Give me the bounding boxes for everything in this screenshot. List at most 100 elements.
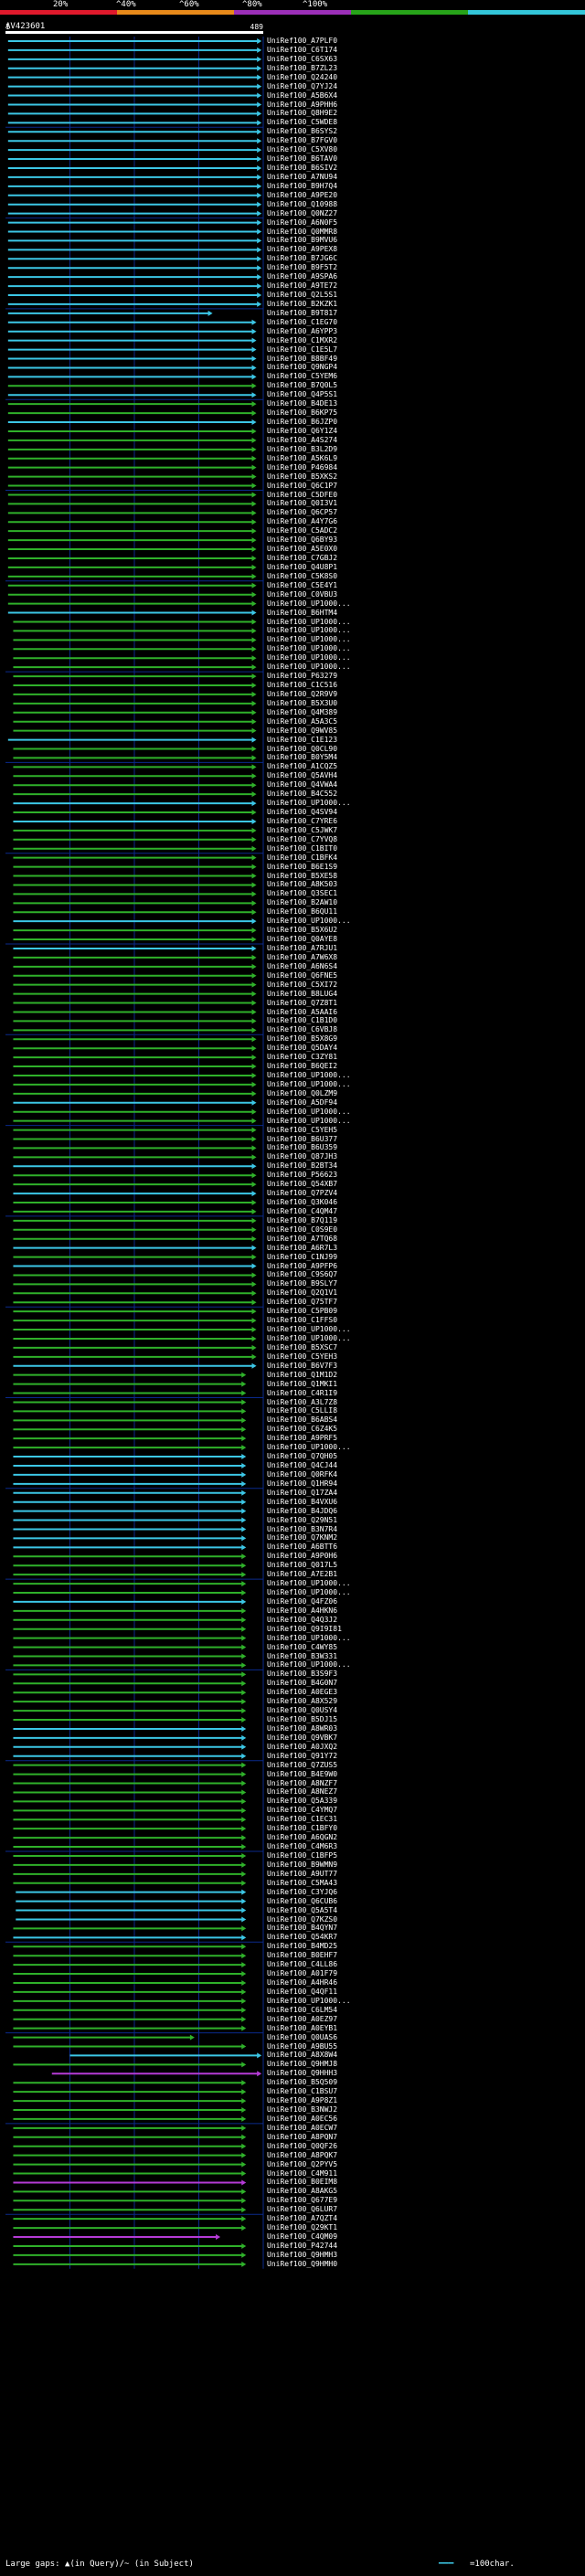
hit-label[interactable]: UniRef100_A7W6X8 [267, 953, 337, 961]
hit-label[interactable]: UniRef100_A9PFP6 [267, 1262, 337, 1270]
hit-label[interactable]: UniRef100_UP1000... [267, 1334, 351, 1342]
hit-label[interactable]: UniRef100_B3L2D9 [267, 445, 337, 453]
hit-label[interactable]: UniRef100_B4MD25 [267, 1943, 337, 1950]
hit-label[interactable]: UniRef100_Q9VBK7 [267, 1733, 337, 1742]
hit-label[interactable]: UniRef100_Q6BY93 [267, 536, 337, 544]
hit-label[interactable]: UniRef100_C1EG70 [267, 318, 337, 326]
hit-label[interactable]: UniRef100_UP1000... [267, 663, 351, 671]
hit-label[interactable]: UniRef100_A9PRF5 [267, 1435, 337, 1442]
hit-label[interactable]: UniRef100_C1FFS0 [267, 1317, 337, 1324]
hit-label[interactable]: UniRef100_A4HR46 [267, 1979, 337, 1987]
hit-label[interactable]: UniRef100_Q9HMJ8 [267, 2061, 337, 2068]
hit-label[interactable]: UniRef100_B7JG6C [267, 255, 337, 262]
hit-label[interactable]: UniRef100_Q0CL90 [267, 745, 337, 753]
hit-label[interactable]: UniRef100_A7E2B1 [267, 1571, 337, 1578]
hit-label[interactable]: UniRef100_Q4FZ06 [267, 1597, 337, 1606]
hit-label[interactable]: UniRef100_UP1000... [267, 1661, 351, 1669]
hit-label[interactable]: UniRef100_UP1000... [267, 1072, 351, 1079]
hit-label[interactable]: UniRef100_A8NEZ7 [267, 1788, 337, 1796]
hit-label[interactable]: UniRef100_B6JZP0 [267, 419, 337, 426]
hit-label[interactable]: UniRef100_Q0MMR8 [267, 228, 337, 236]
hit-label[interactable]: UniRef100_A8X8W4 [267, 2051, 337, 2059]
hit-label[interactable]: UniRef100_Q0LZM9 [267, 1089, 337, 1097]
hit-label[interactable]: UniRef100_Q5A5T4 [267, 1906, 337, 1914]
hit-label[interactable]: UniRef100_C4LL86 [267, 1961, 337, 1968]
hit-label[interactable]: UniRef100_UP1000... [267, 1080, 351, 1088]
hit-label[interactable]: UniRef100_C3YJQ6 [267, 1888, 337, 1896]
hit-label[interactable]: UniRef100_Q0AYE8 [267, 936, 337, 943]
hit-label[interactable]: UniRef100_B6TAV0 [267, 155, 337, 163]
hit-label[interactable]: UniRef100_UP1000... [267, 1326, 351, 1333]
hit-label[interactable]: UniRef100_C5JWK7 [267, 826, 337, 834]
hit-label[interactable]: UniRef100_Q6CP57 [267, 509, 337, 516]
hit-label[interactable]: UniRef100_B3NWJ2 [267, 2106, 337, 2114]
hit-label[interactable]: UniRef100_Q8H9E2 [267, 110, 337, 117]
hit-label[interactable]: UniRef100_Q0USY4 [267, 1707, 337, 1714]
hit-label[interactable]: UniRef100_B5Q509 [267, 2079, 337, 2086]
hit-label[interactable]: UniRef100_Q2Q1V1 [267, 1289, 337, 1297]
hit-label[interactable]: UniRef100_C4QM09 [267, 2233, 337, 2241]
hit-label[interactable]: UniRef100_A5B6X4 [267, 91, 337, 100]
hit-label[interactable]: UniRef100_B9SLY7 [267, 1280, 337, 1288]
hit-label[interactable]: UniRef100_UP1000... [267, 618, 351, 626]
hit-label[interactable]: UniRef100_B9F5T2 [267, 264, 337, 271]
hit-label[interactable]: UniRef100_Q10988 [267, 200, 337, 208]
hit-label[interactable]: UniRef100_A5DF94 [267, 1098, 337, 1107]
hit-label[interactable]: UniRef100_B3N7R4 [267, 1525, 337, 1533]
hit-label[interactable]: UniRef100_C4QM47 [267, 1207, 337, 1215]
hit-label[interactable]: UniRef100_A0EYB1 [267, 2024, 337, 2032]
hit-label[interactable]: UniRef100_Q91Y72 [267, 1752, 337, 1760]
hit-label[interactable]: UniRef100_B9MVU6 [267, 237, 337, 244]
hit-label[interactable]: UniRef100_A8PQN7 [267, 2133, 337, 2141]
hit-label[interactable]: UniRef100_B9H7Q4 [267, 182, 337, 190]
hit-label[interactable]: UniRef100_Q9HMH0 [267, 2260, 337, 2268]
hit-label[interactable]: UniRef100_B2KZK1 [267, 300, 337, 308]
hit-label[interactable]: UniRef100_C5K8S0 [267, 572, 337, 580]
hit-label[interactable]: UniRef100_C1B1D0 [267, 1017, 337, 1024]
hit-label[interactable]: UniRef100_C7YVQ8 [267, 835, 337, 843]
hit-label[interactable]: UniRef100_B4JDQ6 [267, 1507, 337, 1515]
hit-label[interactable]: UniRef100_Q7Z8T1 [267, 999, 337, 1007]
hit-label[interactable]: UniRef100_Q6Y1Z4 [267, 427, 337, 435]
hit-label[interactable]: UniRef100_A7NU94 [267, 173, 337, 181]
hit-label[interactable]: UniRef100_B4E9W0 [267, 1770, 337, 1778]
hit-label[interactable]: UniRef100_Q2R9V9 [267, 690, 337, 698]
hit-label[interactable]: UniRef100_Q5AVH4 [267, 772, 337, 779]
hit-label[interactable]: UniRef100_B6QU11 [267, 908, 337, 916]
hit-label[interactable]: UniRef100_A9PE20 [267, 191, 337, 199]
hit-label[interactable]: UniRef100_B0EHF7 [267, 1952, 337, 1959]
hit-label[interactable]: UniRef100_UP1000... [267, 599, 351, 608]
hit-label[interactable]: UniRef100_B6V7F3 [267, 1362, 337, 1370]
hit-label[interactable]: UniRef100_B8LUG4 [267, 990, 337, 998]
hit-label[interactable]: UniRef100_B0Y5M4 [267, 754, 337, 761]
hit-label[interactable]: UniRef100_Q7QH05 [267, 1453, 337, 1460]
hit-label[interactable]: UniRef100_Q4Q3J2 [267, 1616, 337, 1624]
hit-label[interactable]: UniRef100_C5YEM6 [267, 373, 337, 380]
hit-label[interactable]: UniRef100_A6YPP3 [267, 327, 337, 335]
hit-label[interactable]: UniRef100_UP1000... [267, 1997, 351, 2005]
hit-label[interactable]: UniRef100_C6VBJ8 [267, 1026, 337, 1034]
hit-label[interactable]: UniRef100_C1E5L7 [267, 345, 337, 354]
hit-label[interactable]: UniRef100_B6U359 [267, 1144, 337, 1151]
hit-label[interactable]: UniRef100_Q0QF26 [267, 2142, 337, 2150]
hit-label[interactable]: UniRef100_C7GBJ2 [267, 555, 337, 562]
hit-label[interactable]: UniRef100_A9P8Z1 [267, 2097, 337, 2104]
hit-label[interactable]: UniRef100_A0JXQ2 [267, 1743, 337, 1751]
hit-label[interactable]: UniRef100_A0ECW7 [267, 2124, 337, 2132]
hit-label[interactable]: UniRef100_A5A3C5 [267, 717, 337, 726]
hit-label[interactable]: UniRef100_B6HTM4 [267, 609, 337, 617]
hit-label[interactable]: UniRef100_B6QEI2 [267, 1063, 337, 1070]
hit-label[interactable]: UniRef100_Q9HMH3 [267, 2251, 337, 2259]
hit-label[interactable]: UniRef100_C5ADC2 [267, 527, 337, 535]
hit-label[interactable]: UniRef100_B4DE13 [267, 400, 337, 408]
hit-label[interactable]: UniRef100_Q4VWA4 [267, 781, 337, 789]
hit-label[interactable]: UniRef100_Q0NZ27 [267, 209, 337, 217]
hit-label[interactable]: UniRef100_B7Q119 [267, 1216, 337, 1224]
hit-label[interactable]: UniRef100_B9WMN9 [267, 1860, 337, 1869]
hit-label[interactable]: UniRef100_A8AKG5 [267, 2188, 337, 2195]
hit-label[interactable]: UniRef100_A4S274 [267, 436, 337, 444]
hit-label[interactable]: UniRef100_C6Z4K5 [267, 1426, 337, 1433]
hit-label[interactable]: UniRef100_A4HKN6 [267, 1606, 337, 1615]
hit-label[interactable]: UniRef100_A01F79 [267, 1970, 337, 1977]
hit-label[interactable]: UniRef100_Q6LUR7 [267, 2206, 337, 2213]
